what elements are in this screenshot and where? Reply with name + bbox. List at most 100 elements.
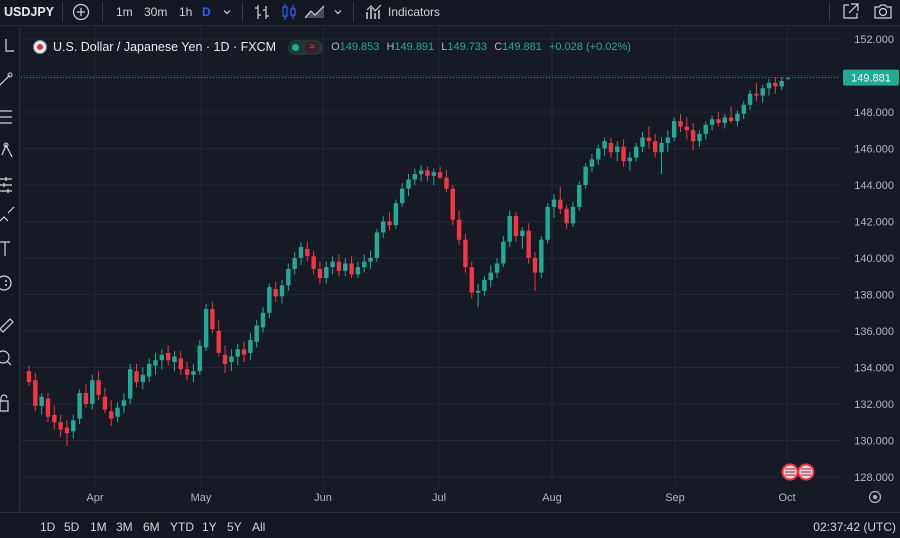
indicators-icon[interactable] — [365, 3, 383, 27]
market-status-badge[interactable]: ≈ — [288, 39, 324, 55]
range-3m[interactable]: 3M — [116, 513, 133, 538]
price-tick-label: 148.000 — [854, 107, 894, 119]
time-tick-label: Apr — [86, 492, 103, 504]
candle-body — [159, 354, 165, 361]
candle-body — [425, 170, 430, 176]
zoom-icon[interactable] — [0, 349, 20, 369]
candle-body — [773, 82, 778, 87]
ruler-icon[interactable] — [0, 315, 20, 335]
close-value: 149.881 — [502, 41, 542, 53]
range-1m[interactable]: 1M — [90, 513, 107, 538]
divider — [829, 2, 830, 22]
candle-body — [115, 407, 120, 417]
range-all[interactable]: All — [252, 513, 265, 538]
range-5y[interactable]: 5Y — [227, 513, 242, 538]
price-tick-label: 152.000 — [854, 34, 894, 46]
candle-body — [311, 256, 316, 269]
lock-drawings-icon[interactable] — [0, 393, 20, 413]
candle-body — [153, 360, 158, 366]
interval-d[interactable]: D — [202, 0, 211, 24]
symbol-search[interactable]: USDJPY — [4, 0, 54, 24]
candle-body — [210, 309, 215, 330]
price-tick-label: 128.000 — [854, 472, 894, 484]
candle-body — [494, 263, 500, 273]
divider — [102, 2, 103, 22]
emoji-icon[interactable] — [0, 273, 20, 293]
price-tick-label: 130.000 — [854, 436, 894, 448]
candle-body — [362, 261, 367, 268]
candle-body — [577, 185, 582, 207]
candle-body — [728, 117, 734, 122]
candle-body — [766, 82, 772, 89]
price-tick-label: 144.000 — [854, 180, 894, 192]
range-1y[interactable]: 1Y — [202, 513, 217, 538]
camera-icon[interactable] — [873, 2, 893, 26]
candle-body — [501, 241, 506, 264]
candle-body — [267, 287, 272, 313]
indicators-button[interactable]: Indicators — [388, 0, 440, 24]
candle-body — [456, 219, 462, 240]
candle-body — [121, 400, 127, 406]
bar-chart-style-icon[interactable] — [253, 3, 271, 27]
candle-body — [260, 312, 266, 328]
settings-gear-icon[interactable] — [868, 490, 882, 504]
candle-body — [785, 77, 791, 79]
range-5d[interactable]: 5D — [64, 513, 79, 538]
candle-body — [646, 137, 652, 142]
status-dot-icon — [292, 43, 300, 51]
candle-body — [52, 414, 57, 423]
candle-body — [627, 157, 633, 162]
wave-icon: ≈ — [305, 40, 320, 54]
prediction-icon[interactable] — [0, 175, 20, 195]
candle-body — [83, 393, 89, 404]
price-chart[interactable]: 152.000150.000148.000146.000144.000142.0… — [21, 27, 900, 511]
candles-chart-icon[interactable] — [280, 3, 298, 27]
candle-body — [564, 208, 569, 224]
range-1d[interactable]: 1D — [40, 513, 55, 538]
candle-body — [697, 133, 702, 142]
area-chart-icon[interactable] — [304, 3, 326, 27]
chart-pane[interactable]: 152.000150.000148.000146.000144.000142.0… — [21, 27, 900, 511]
horizontal-lines-icon[interactable] — [0, 107, 20, 127]
candle-body — [659, 143, 664, 153]
drawing-toolbar — [0, 27, 20, 511]
grid-lines — [21, 27, 840, 486]
add-symbol-icon[interactable] — [72, 3, 90, 27]
open-external-icon[interactable] — [841, 2, 860, 26]
range-ytd[interactable]: YTD — [170, 513, 194, 538]
candle-body — [368, 258, 373, 262]
interval-1m[interactable]: 1m — [116, 0, 133, 24]
crosshair-icon[interactable] — [0, 39, 20, 59]
candle-body — [545, 206, 550, 240]
pattern-icon[interactable] — [0, 141, 20, 161]
trend-line-icon[interactable] — [0, 71, 20, 91]
divider — [353, 2, 354, 22]
text-tool-icon[interactable] — [0, 239, 20, 259]
candle-body — [336, 261, 342, 271]
change-value: +0.028 (+0.02%) — [548, 41, 631, 53]
interval-30m[interactable]: 30m — [144, 0, 167, 24]
time-tick-label: Sep — [665, 492, 685, 504]
candle-body — [690, 130, 696, 142]
candle-body — [216, 331, 221, 353]
candle-body — [165, 352, 171, 361]
time-tick-label: May — [191, 492, 212, 504]
candle-body — [507, 216, 512, 242]
candle-body — [526, 230, 531, 258]
low-value: 149.733 — [447, 41, 488, 53]
candle-body — [77, 393, 82, 419]
candle-body — [241, 349, 247, 355]
price-tick-label: 140.000 — [854, 253, 894, 265]
candle-body — [317, 268, 323, 279]
candle-body — [747, 93, 753, 105]
range-6m[interactable]: 6M — [143, 513, 160, 538]
candle-body — [665, 137, 671, 144]
candle-body — [482, 279, 487, 291]
candle-body — [589, 159, 595, 167]
utc-clock[interactable]: 02:37:42 (UTC) — [813, 513, 896, 538]
interval-1h[interactable]: 1h — [179, 0, 192, 24]
candle-body — [140, 374, 146, 383]
brush-icon[interactable] — [0, 205, 20, 225]
candle-body — [399, 188, 405, 204]
candle-body — [235, 349, 240, 357]
